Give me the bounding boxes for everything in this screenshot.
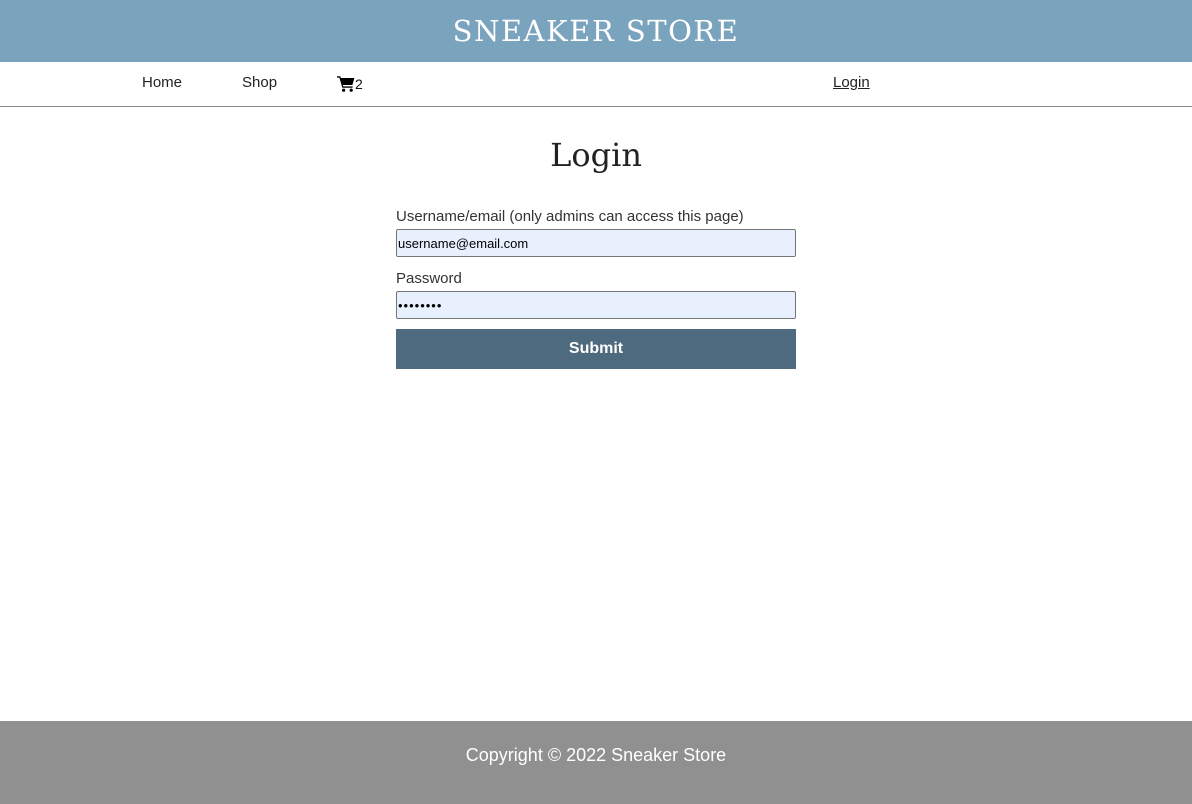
main-nav: Home Shop 2 Login [0,62,1192,107]
nav-link-home[interactable]: Home [142,74,182,91]
password-label: Password [396,270,462,287]
site-header: SNEAKER STORE [0,0,1192,62]
site-title: SNEAKER STORE [452,14,740,48]
nav-link-login[interactable]: Login [833,74,870,91]
cart-count-badge: 2 [355,75,363,92]
nav-cart-link[interactable]: 2 [337,75,363,92]
nav-link-shop[interactable]: Shop [242,74,277,91]
username-label: Username/email (only admins can access t… [396,208,744,225]
shopping-cart-icon [337,75,355,92]
username-input[interactable] [396,229,796,257]
copyright-text: Copyright © 2022 Sneaker Store [465,745,727,765]
site-footer: Copyright © 2022 Sneaker Store [0,721,1192,804]
submit-button[interactable]: Submit [396,329,796,369]
password-input[interactable] [396,291,796,319]
page-title: Login [550,136,642,174]
